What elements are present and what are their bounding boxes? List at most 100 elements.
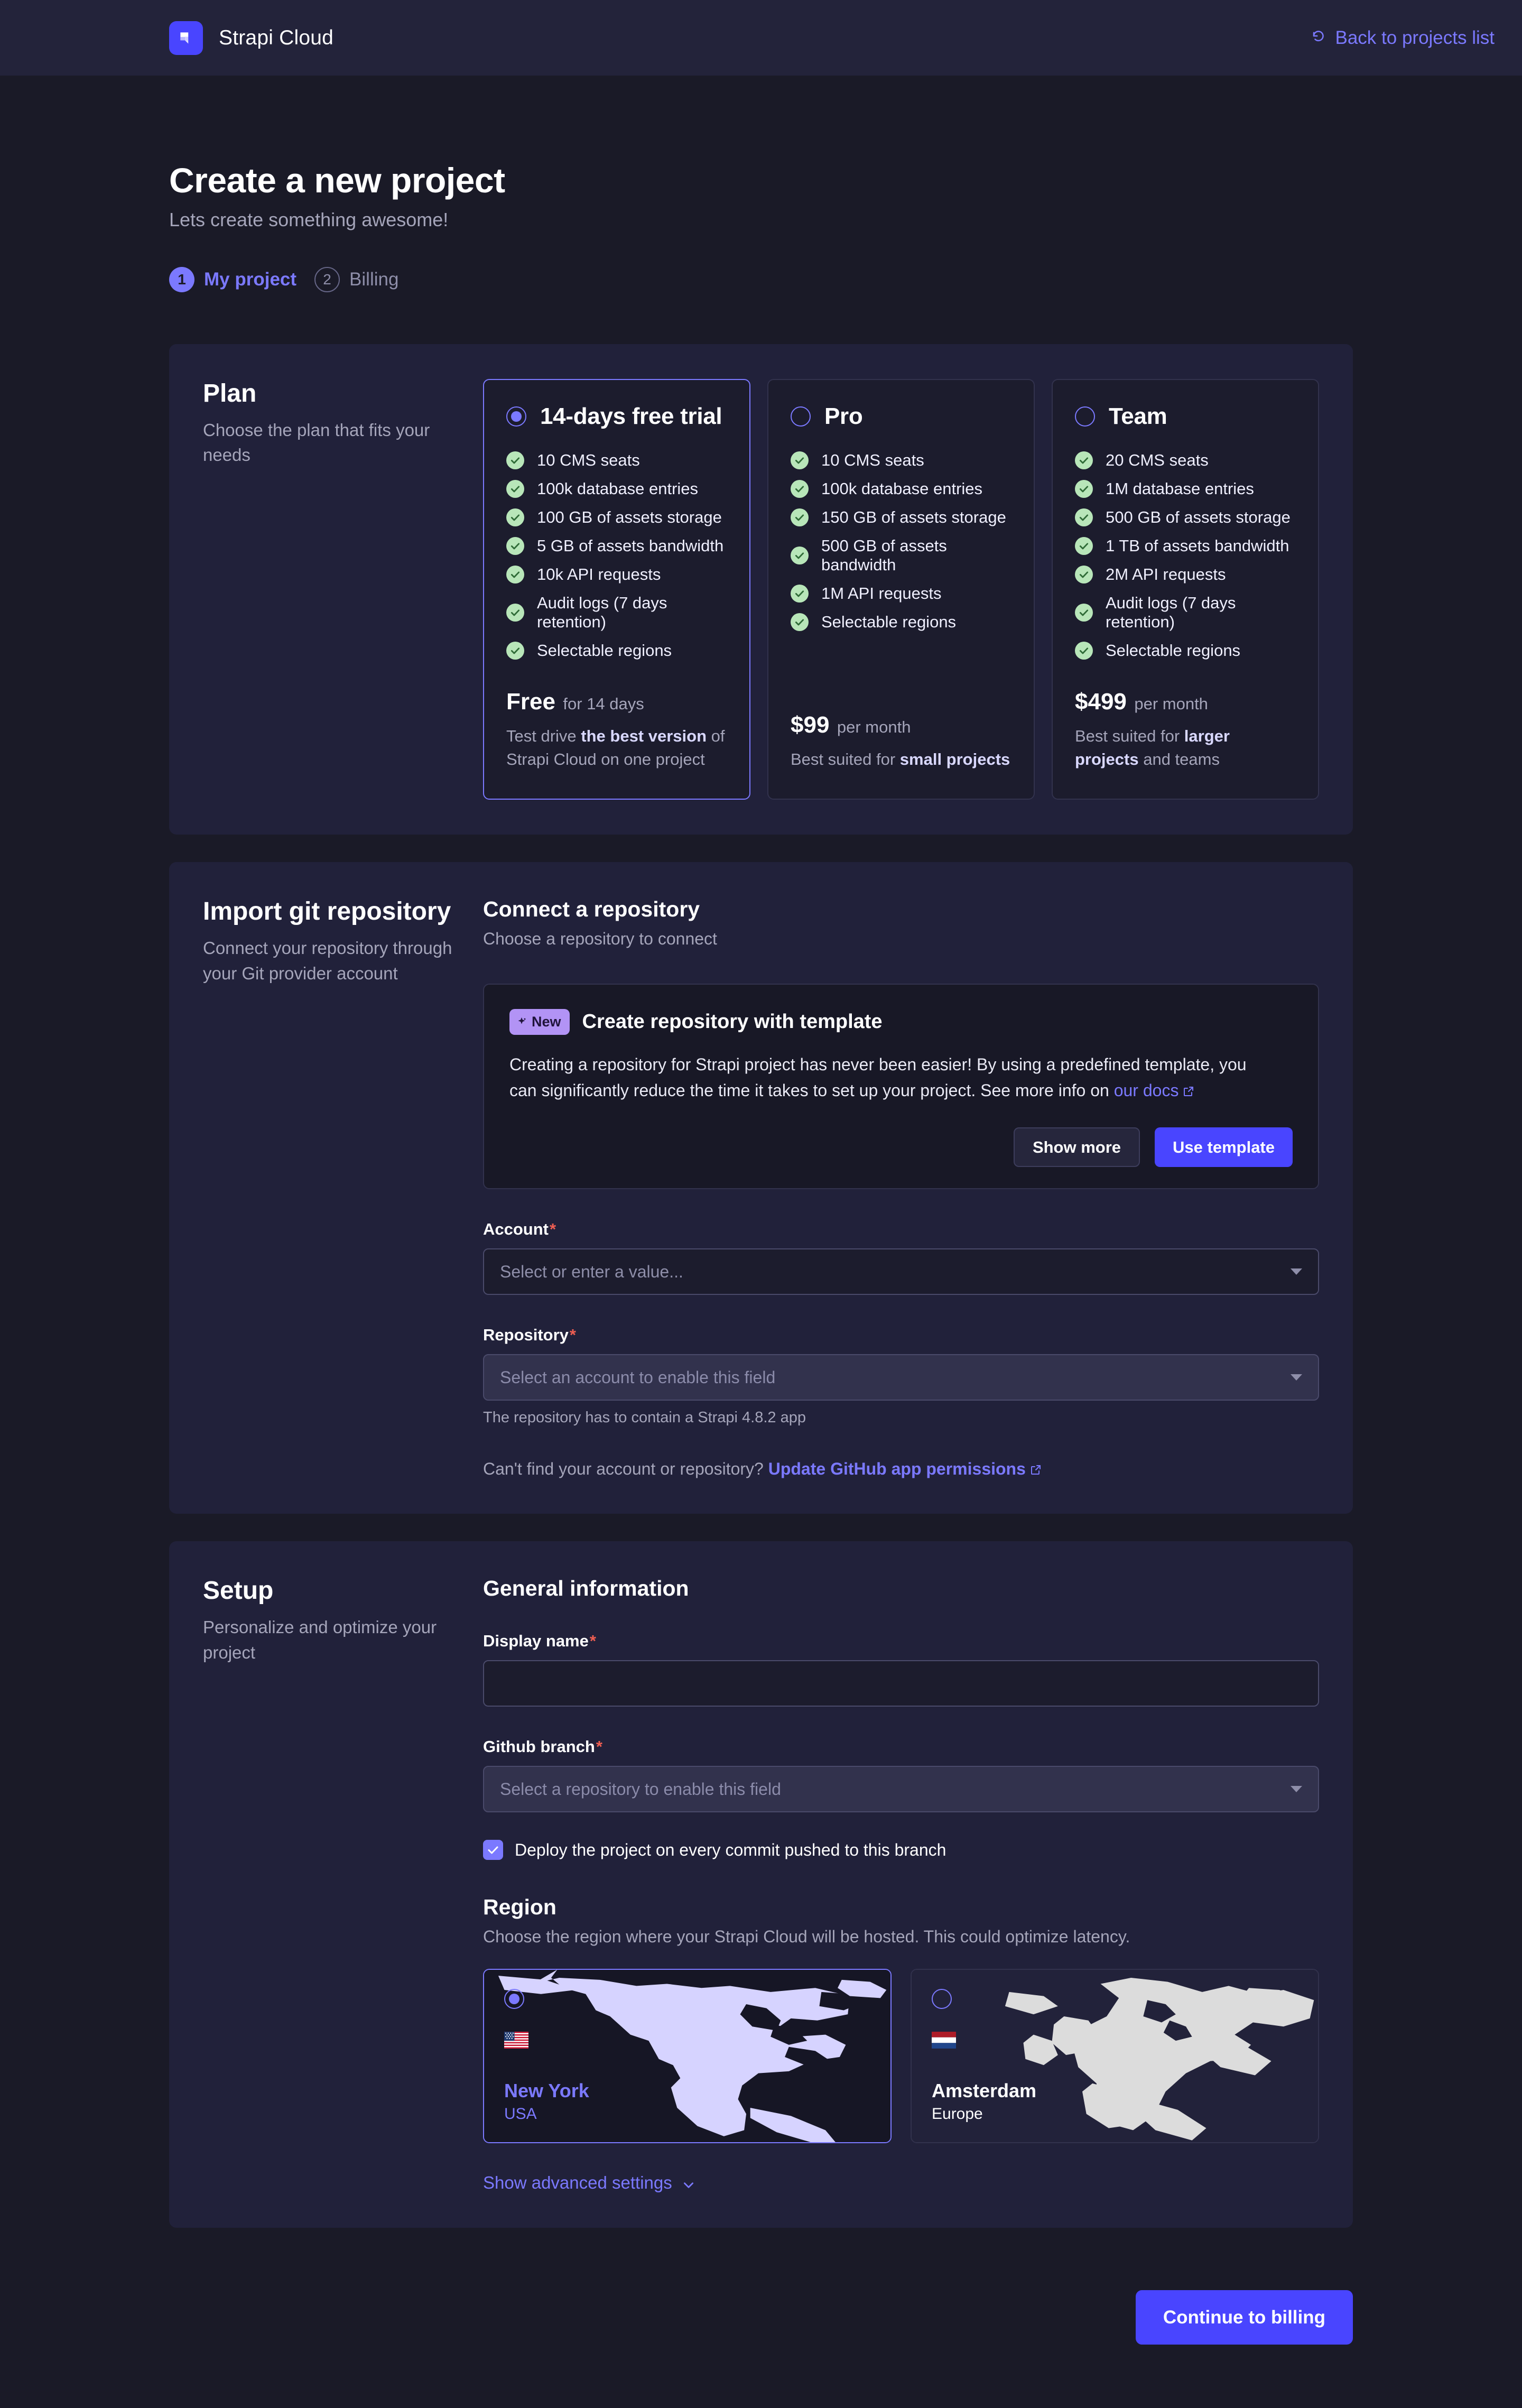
check-icon — [506, 642, 524, 660]
brand[interactable]: Strapi Cloud — [169, 21, 333, 55]
import-git-section: Import git repository Connect your repos… — [169, 862, 1353, 1514]
use-template-button[interactable]: Use template — [1155, 1127, 1293, 1167]
region-card-new-york[interactable]: New York USA — [483, 1969, 892, 2143]
step-2-label: Billing — [349, 269, 398, 290]
region-radio-icon[interactable] — [932, 1989, 952, 2009]
check-icon — [1075, 508, 1093, 526]
template-banner-header: New Create repository with template — [509, 1009, 1293, 1035]
display-name-label-text: Display name — [483, 1632, 589, 1650]
page-title: Create a new project — [169, 160, 1353, 200]
show-advanced-settings-link[interactable]: Show advanced settings — [483, 2173, 695, 2193]
account-field-label: Account* — [483, 1220, 1319, 1239]
git-section-title: Import git repository — [203, 897, 462, 927]
check-icon — [506, 451, 524, 469]
account-select[interactable]: Select or enter a value... — [483, 1248, 1319, 1295]
step-1-badge: 1 — [169, 267, 194, 292]
plan-feature-label: 100k database entries — [537, 479, 698, 498]
plan-card-footer: $99 per month Best suited for small proj… — [791, 683, 1011, 771]
us-flag-icon — [504, 2031, 528, 2049]
setup-section: Setup Personalize and optimize your proj… — [169, 1541, 1353, 2228]
plan-name: Team — [1109, 403, 1167, 430]
repository-field: Repository* Select an account to enable … — [483, 1326, 1319, 1427]
region-card-content: Amsterdam Europe — [912, 1970, 1318, 2142]
plan-note-emphasis: the best version — [581, 727, 707, 745]
plan-price-unit: for 14 days — [563, 694, 644, 713]
region-zone: USA — [504, 2105, 870, 2123]
plan-feature: 100k database entries — [791, 479, 1011, 498]
step-billing[interactable]: 2 Billing — [314, 267, 398, 292]
plan-card-footer: $499 per month Best suited for larger pr… — [1075, 660, 1296, 771]
display-name-input[interactable] — [483, 1660, 1319, 1707]
check-icon — [506, 537, 524, 555]
plan-radio-selected-icon[interactable] — [506, 406, 526, 427]
setup-section-title: Setup — [203, 1576, 462, 1606]
chevron-down-icon — [1291, 1786, 1302, 1792]
continue-to-billing-button[interactable]: Continue to billing — [1136, 2290, 1353, 2345]
plan-feature: 500 GB of assets bandwidth — [791, 536, 1011, 575]
setup-section-aside: Setup Personalize and optimize your proj… — [203, 1576, 483, 2193]
plan-price: $499 — [1075, 689, 1127, 715]
plan-feature: 5 GB of assets bandwidth — [506, 536, 727, 555]
our-docs-link[interactable]: our docs — [1114, 1081, 1179, 1100]
chevron-down-icon — [682, 2176, 695, 2190]
deploy-on-commit-checkbox-row[interactable]: Deploy the project on every commit pushe… — [483, 1840, 1319, 1860]
region-city: Amsterdam — [932, 2080, 1298, 2102]
plan-section-title: Plan — [203, 379, 462, 409]
top-bar: Strapi Cloud Back to projects list — [0, 0, 1522, 76]
plan-feature: Selectable regions — [1075, 641, 1296, 660]
plan-feature-label: 10 CMS seats — [821, 451, 924, 470]
plan-feature-label: 10k API requests — [537, 565, 661, 584]
show-more-button[interactable]: Show more — [1014, 1127, 1140, 1167]
checkbox-checked-icon[interactable] — [483, 1840, 503, 1860]
github-branch-label-text: Github branch — [483, 1737, 595, 1756]
plan-note: Best suited for larger projects and team… — [1075, 725, 1296, 771]
account-select-value: Select or enter a value... — [500, 1262, 1291, 1282]
plan-feature-label: Selectable regions — [537, 641, 672, 660]
check-icon — [506, 604, 524, 622]
plan-section-description: Choose the plan that fits your needs — [203, 418, 462, 468]
plan-price-row: Free for 14 days — [506, 689, 727, 715]
plan-radio-icon[interactable] — [1075, 406, 1095, 427]
required-marker: * — [596, 1737, 602, 1756]
plan-feature: 2M API requests — [1075, 565, 1296, 584]
step-1-label: My project — [204, 269, 296, 290]
plan-note-emphasis: small projects — [900, 750, 1010, 768]
template-banner-title: Create repository with template — [582, 1011, 883, 1033]
chevron-down-icon — [1291, 1268, 1302, 1275]
back-arrow-icon — [1311, 30, 1327, 46]
plan-radio-icon[interactable] — [791, 406, 811, 427]
github-permissions-help-text: Can't find your account or repository? — [483, 1459, 768, 1478]
plan-note: Best suited for small projects — [791, 748, 1011, 771]
check-icon — [791, 547, 809, 564]
plan-feature: 1M database entries — [1075, 479, 1296, 498]
plan-card-header: 14-days free trial — [506, 403, 727, 430]
plan-note-prefix: Best suited for — [791, 750, 900, 768]
repository-select[interactable]: Select an account to enable this field — [483, 1354, 1319, 1401]
plan-note-suffix: and teams — [1139, 750, 1220, 768]
plan-feature-label: Audit logs (7 days retention) — [1106, 594, 1296, 632]
github-permissions-help: Can't find your account or repository? U… — [483, 1459, 1319, 1479]
back-to-projects-link[interactable]: Back to projects list — [1311, 27, 1495, 49]
plan-feature: 10k API requests — [506, 565, 727, 584]
github-branch-label: Github branch* — [483, 1737, 1319, 1756]
deploy-on-commit-label: Deploy the project on every commit pushe… — [515, 1840, 946, 1860]
check-icon — [1075, 451, 1093, 469]
plan-card-free-trial[interactable]: 14-days free trial 10 CMS seats 100k dat… — [483, 379, 750, 800]
update-github-permissions-link[interactable]: Update GitHub app permissions — [768, 1459, 1026, 1478]
check-icon — [506, 566, 524, 584]
region-radio-selected-icon[interactable] — [504, 1989, 524, 2009]
plan-card-team[interactable]: Team 20 CMS seats 1M database entries — [1052, 379, 1319, 800]
repository-label-text: Repository — [483, 1326, 569, 1344]
git-section-description: Connect your repository through your Git… — [203, 936, 462, 986]
footer-actions: Continue to billing — [0, 2228, 1522, 2408]
region-card-amsterdam[interactable]: Amsterdam Europe — [911, 1969, 1319, 2143]
git-section-body: Connect a repository Choose a repository… — [483, 897, 1319, 1479]
connect-repository-heading: Connect a repository — [483, 897, 1319, 922]
step-my-project[interactable]: 1 My project — [169, 267, 296, 292]
plan-feature: 500 GB of assets storage — [1075, 508, 1296, 527]
region-zone: Europe — [932, 2105, 1298, 2123]
github-branch-select[interactable]: Select a repository to enable this field — [483, 1766, 1319, 1812]
required-marker: * — [590, 1632, 596, 1650]
plan-feature: 10 CMS seats — [506, 451, 727, 470]
plan-card-pro[interactable]: Pro 10 CMS seats 100k database entries — [767, 379, 1035, 800]
